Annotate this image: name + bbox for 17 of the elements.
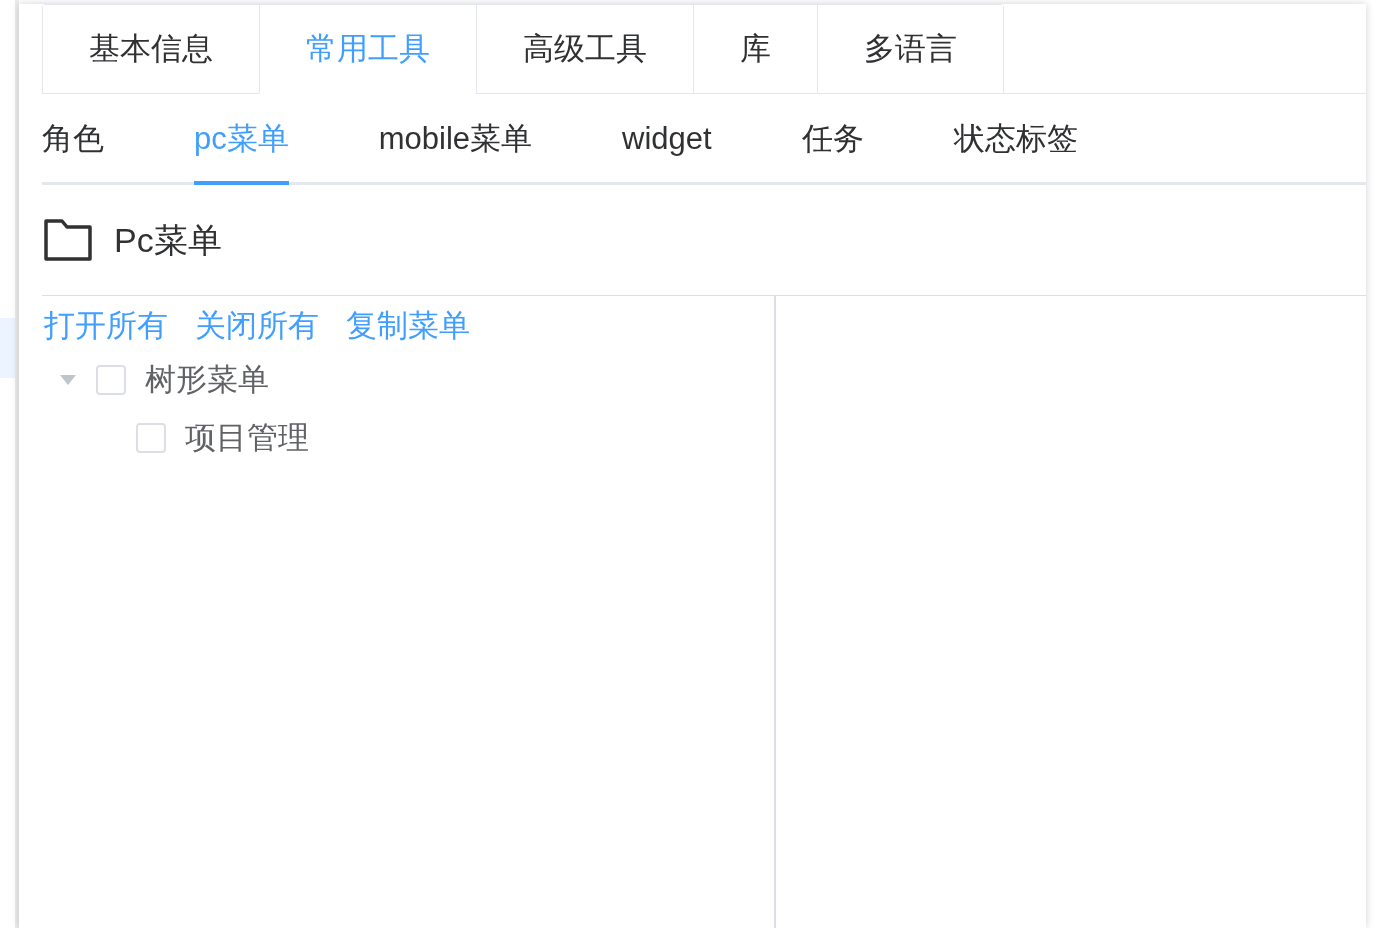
- sub-tab[interactable]: widget: [622, 94, 712, 185]
- tab[interactable]: 高级工具: [476, 5, 693, 94]
- folder-icon: [44, 219, 92, 261]
- sub-tab[interactable]: 状态标签: [953, 94, 1078, 185]
- tree-node-label[interactable]: 树形菜单: [145, 360, 269, 400]
- tab[interactable]: 基本信息: [43, 5, 259, 94]
- panel-title: Pc菜单: [114, 219, 222, 261]
- tab[interactable]: 多语言: [817, 5, 1003, 94]
- checkbox[interactable]: [136, 423, 166, 453]
- tree-node-label[interactable]: 项目管理: [185, 418, 309, 458]
- sub-tab[interactable]: 任务: [801, 94, 864, 185]
- sub-tab[interactable]: mobile菜单: [378, 94, 533, 185]
- caret-icon[interactable]: [60, 375, 76, 385]
- tab[interactable]: 库: [693, 5, 817, 94]
- sidebar-highlight: [0, 318, 15, 378]
- sub-tab[interactable]: 角色: [42, 94, 104, 185]
- checkbox[interactable]: [96, 365, 126, 395]
